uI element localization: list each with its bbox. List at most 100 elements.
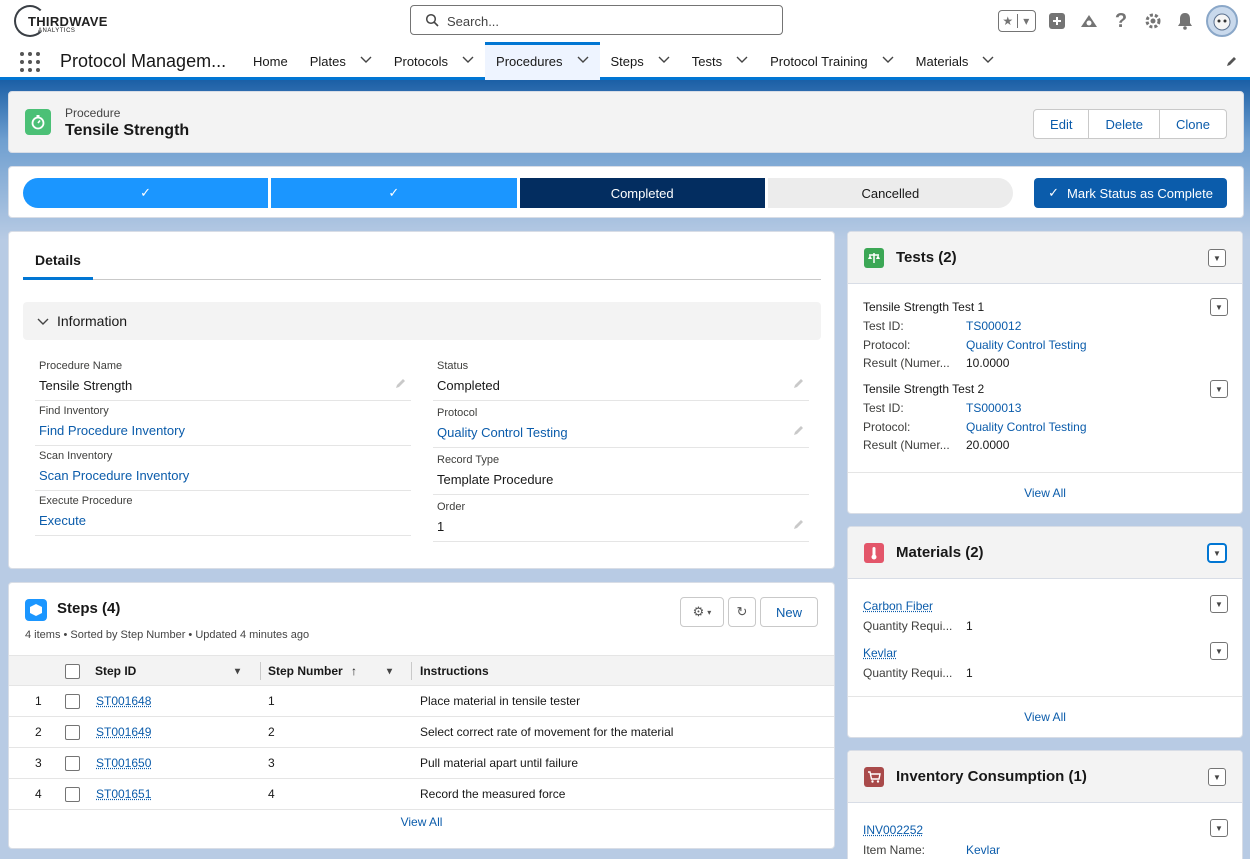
path-stage-1[interactable]: ✓ xyxy=(23,178,268,208)
tests-menu-chevron-icon[interactable]: ▼ xyxy=(1208,249,1226,267)
field-status: Status Completed xyxy=(433,356,809,401)
material-name-link[interactable]: Carbon Fiber xyxy=(863,599,933,613)
nav-item-tests[interactable]: Tests xyxy=(681,42,759,80)
inventory-menu-chevron-icon[interactable]: ▼ xyxy=(1208,768,1226,786)
edit-pencil-icon[interactable] xyxy=(793,424,805,439)
global-actions-add-icon[interactable] xyxy=(1046,10,1068,32)
inventory-title[interactable]: Inventory Consumption (1) xyxy=(896,768,1087,785)
materials-menu-chevron-icon[interactable]: ▼ xyxy=(1208,544,1226,562)
edit-pencil-icon[interactable] xyxy=(395,377,407,392)
path-stage-2[interactable]: ✓ xyxy=(271,178,516,208)
step-id-link[interactable]: ST001649 xyxy=(96,717,151,747)
user-avatar[interactable] xyxy=(1206,5,1238,37)
test-protocol-link[interactable]: Quality Control Testing xyxy=(966,338,1087,352)
test-id-link[interactable]: TS000013 xyxy=(966,401,1021,415)
steps-list-info: 4 items • Sorted by Step Number • Update… xyxy=(25,629,309,641)
chevron-down-icon[interactable] xyxy=(882,56,894,67)
path-stage-cancelled[interactable]: Cancelled xyxy=(768,178,1013,208)
new-step-button[interactable]: New xyxy=(760,597,818,627)
tests-title[interactable]: Tests (2) xyxy=(896,249,957,266)
test-row-menu-chevron-icon[interactable]: ▼ xyxy=(1210,380,1228,398)
record-header: Procedure Tensile Strength Edit Delete C… xyxy=(8,91,1244,153)
column-menu-chevron-icon[interactable]: ▾ xyxy=(387,656,392,686)
test-protocol-link[interactable]: Quality Control Testing xyxy=(966,420,1087,434)
chevron-down-icon[interactable] xyxy=(736,56,748,67)
nav-item-label: Plates xyxy=(310,54,346,69)
notifications-bell-icon[interactable] xyxy=(1174,10,1196,32)
step-number: 4 xyxy=(268,779,275,809)
edit-pencil-icon[interactable] xyxy=(793,518,805,533)
steps-view-all-link[interactable]: View All xyxy=(9,815,834,829)
column-header-step-number[interactable]: Step Number xyxy=(268,656,343,686)
company-logo[interactable]: THIRDWAVE ANALYTICS xyxy=(14,5,104,37)
nav-item-steps[interactable]: Steps xyxy=(600,42,681,80)
edit-nav-pencil-icon[interactable] xyxy=(1226,55,1238,70)
favorites-menu-chevron-icon[interactable]: ▾ xyxy=(1017,14,1036,28)
refresh-button[interactable]: ↻ xyxy=(728,597,756,627)
inventory-row-menu-chevron-icon[interactable]: ▼ xyxy=(1210,819,1228,837)
delete-button[interactable]: Delete xyxy=(1089,109,1160,139)
column-header-step-id[interactable]: Step ID xyxy=(95,656,136,686)
nav-item-materials[interactable]: Materials xyxy=(905,42,1006,80)
information-section-header[interactable]: Information xyxy=(23,302,821,340)
global-search-input[interactable]: Search... xyxy=(410,5,783,35)
test-row-menu-chevron-icon[interactable]: ▼ xyxy=(1210,298,1228,316)
chevron-down-icon[interactable] xyxy=(577,56,589,67)
mark-status-complete-button[interactable]: ✓ Mark Status as Complete xyxy=(1034,178,1227,208)
chevron-down-icon[interactable] xyxy=(462,56,474,67)
edit-pencil-icon[interactable] xyxy=(793,377,805,392)
row-number: 3 xyxy=(35,748,42,778)
path-stage-completed[interactable]: Completed xyxy=(520,178,765,208)
setup-gear-icon[interactable] xyxy=(1142,10,1164,32)
nav-item-plates[interactable]: Plates xyxy=(299,42,383,80)
inventory-id-link[interactable]: INV002252 xyxy=(863,823,923,837)
material-qty-label: Quantity Requi... xyxy=(863,666,952,680)
test-id-link[interactable]: TS000012 xyxy=(966,319,1021,333)
nav-item-procedures[interactable]: Procedures xyxy=(485,42,599,80)
field-value-link[interactable]: Find Procedure Inventory xyxy=(39,423,185,438)
row-checkbox[interactable] xyxy=(65,779,80,809)
app-launcher-icon[interactable] xyxy=(20,52,40,72)
test-result-value: 20.0000 xyxy=(966,438,1009,452)
field-value-link[interactable]: Quality Control Testing xyxy=(437,425,568,440)
record-tabs: Details xyxy=(23,242,821,280)
clone-button[interactable]: Clone xyxy=(1160,109,1227,139)
list-settings-button[interactable]: ⚙ ▾ xyxy=(680,597,724,627)
step-id-link[interactable]: ST001648 xyxy=(96,686,151,716)
steps-table: Step ID ▾ Step Number ↑ ▾ Instructions 1… xyxy=(9,655,834,810)
inventory-item-name-link[interactable]: Kevlar xyxy=(966,843,1000,857)
edit-button[interactable]: Edit xyxy=(1033,109,1089,139)
step-id-link[interactable]: ST001651 xyxy=(96,779,151,809)
chevron-down-icon[interactable] xyxy=(982,56,994,67)
search-icon xyxy=(425,13,439,30)
column-header-instructions[interactable]: Instructions xyxy=(420,656,489,686)
row-checkbox[interactable] xyxy=(65,717,80,747)
trailhead-guidance-icon[interactable] xyxy=(1078,10,1100,32)
chevron-down-icon[interactable] xyxy=(360,56,372,67)
tests-view-all-link[interactable]: View All xyxy=(848,486,1242,500)
material-row-menu-chevron-icon[interactable]: ▼ xyxy=(1210,642,1228,660)
material-row-menu-chevron-icon[interactable]: ▼ xyxy=(1210,595,1228,613)
select-all-checkbox[interactable] xyxy=(65,656,80,686)
row-checkbox[interactable] xyxy=(65,686,80,716)
star-icon[interactable]: ★ xyxy=(999,14,1017,28)
favorites-button[interactable]: ★ ▾ xyxy=(998,10,1036,32)
help-icon[interactable]: ? xyxy=(1110,10,1132,32)
field-value-link[interactable]: Execute xyxy=(39,513,86,528)
field-label: Status xyxy=(437,360,468,372)
steps-title[interactable]: Steps (4) xyxy=(57,600,120,617)
test-result-value: 10.0000 xyxy=(966,356,1009,370)
row-checkbox[interactable] xyxy=(65,748,80,778)
column-menu-chevron-icon[interactable]: ▾ xyxy=(235,656,240,686)
nav-item-protocol-training[interactable]: Protocol Training xyxy=(759,42,905,80)
material-name-link[interactable]: Kevlar xyxy=(863,646,897,660)
logo-text: THIRDWAVE xyxy=(28,14,108,29)
tab-details[interactable]: Details xyxy=(23,242,93,280)
chevron-down-icon[interactable] xyxy=(658,56,670,67)
materials-title[interactable]: Materials (2) xyxy=(896,544,984,561)
field-value-link[interactable]: Scan Procedure Inventory xyxy=(39,468,189,483)
materials-view-all-link[interactable]: View All xyxy=(848,710,1242,724)
nav-item-protocols[interactable]: Protocols xyxy=(383,42,485,80)
nav-item-home[interactable]: Home xyxy=(242,42,299,80)
step-id-link[interactable]: ST001650 xyxy=(96,748,151,778)
